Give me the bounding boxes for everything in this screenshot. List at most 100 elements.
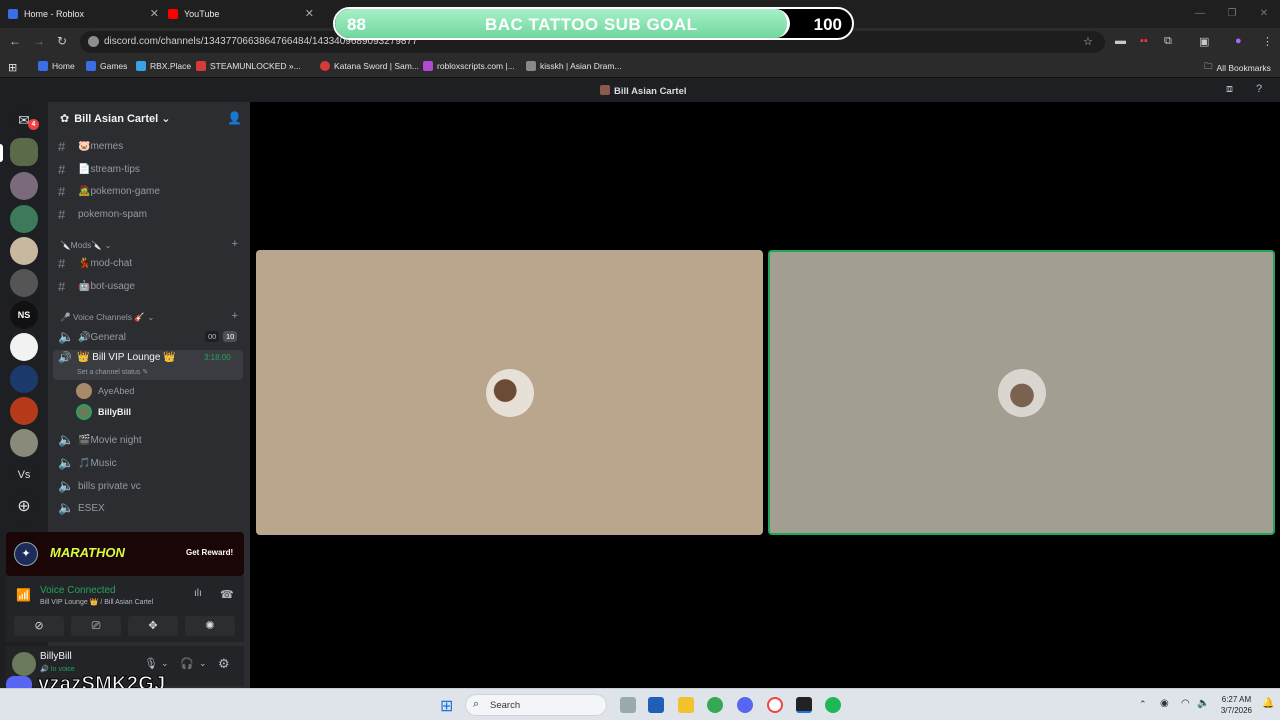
- channel-label: mod-chat: [90, 258, 133, 269]
- bookmark-home[interactable]: Home: [38, 61, 75, 71]
- voice-user-ayeabed[interactable]: AyeAbed: [76, 383, 134, 399]
- participant-tile-ayeabed[interactable]: [256, 250, 763, 535]
- server-icon[interactable]: [10, 397, 38, 425]
- voice-channel-esex[interactable]: 🔈 ESEX: [58, 500, 105, 516]
- extension-icon[interactable]: ▬: [1115, 35, 1126, 47]
- menu-kebab-icon[interactable]: ⋮: [1262, 35, 1273, 48]
- chevron-down-icon[interactable]: ⌄: [199, 658, 207, 669]
- server-icon[interactable]: [10, 172, 38, 200]
- reload-icon[interactable]: ↻: [57, 34, 67, 48]
- microphone-icon[interactable]: 🎙: [144, 657, 158, 670]
- participant-tile-billybill[interactable]: [768, 250, 1275, 535]
- all-bookmarks[interactable]: 🗀 All Bookmarks: [1204, 61, 1271, 75]
- server-icon-vs[interactable]: Vs: [10, 461, 38, 489]
- channel-label: General: [90, 331, 127, 343]
- app-icon[interactable]: [620, 697, 636, 713]
- voice-channel-general[interactable]: 🔈 🔊 General: [58, 329, 126, 345]
- noise-suppression-icon[interactable]: ılı: [194, 588, 202, 599]
- server-icon[interactable]: [10, 429, 38, 457]
- taskbar-search[interactable]: ⌕ Search: [465, 694, 607, 716]
- channel-bot-usage[interactable]: # 🤖 bot-usage: [58, 279, 135, 294]
- inbox-icon[interactable]: ⧈: [1226, 83, 1233, 96]
- headphones-icon[interactable]: 🎧: [180, 657, 194, 670]
- disconnect-icon[interactable]: ☎: [220, 588, 234, 601]
- category-label: Mods: [70, 240, 92, 250]
- add-server-icon[interactable]: ⊕: [10, 493, 38, 521]
- voice-user-billybill[interactable]: BillyBill: [76, 404, 131, 420]
- restore-icon[interactable]: ❐: [1216, 0, 1248, 28]
- voice-channel-music[interactable]: 🔈 🎵 Music: [58, 455, 117, 471]
- server-icon-bill-asian-cartel[interactable]: [10, 138, 38, 166]
- taskbar-clock[interactable]: 6:27 AM 3/7/2026: [1221, 694, 1252, 716]
- file-explorer-icon[interactable]: [678, 697, 694, 713]
- server-icon[interactable]: [10, 205, 38, 233]
- voice-channel-movie-night[interactable]: 🔈 🎬 Movie night: [58, 432, 142, 448]
- notification-bell-icon[interactable]: 🔔: [1262, 698, 1274, 709]
- spotify-icon[interactable]: [825, 697, 841, 713]
- app-icon[interactable]: [648, 697, 664, 713]
- bookmark-robloxscripts[interactable]: robloxscripts.com |...: [423, 61, 515, 71]
- soundboard-button[interactable]: ✺: [185, 616, 235, 636]
- voice-channel-bills-private-vc[interactable]: 🔈 bills private vc: [58, 478, 141, 494]
- bookmark-kisskh[interactable]: kisskh | Asian Dram...: [526, 61, 622, 71]
- username[interactable]: BillyBill: [40, 651, 72, 662]
- side-panel-icon[interactable]: ▣: [1199, 35, 1209, 48]
- add-channel-icon[interactable]: +: [232, 238, 238, 250]
- server-icon[interactable]: [10, 237, 38, 265]
- bookmark-steamunlocked[interactable]: STEAMUNLOCKED »...: [196, 61, 301, 71]
- server-icon-ns[interactable]: NS: [10, 301, 38, 329]
- apps-grid-icon[interactable]: ⊞: [8, 61, 17, 74]
- category-mods[interactable]: 🔪Mods🔪 ⌄: [60, 240, 111, 251]
- wifi-icon[interactable]: ◠: [1181, 698, 1190, 709]
- voice-connected-status[interactable]: Voice Connected: [40, 585, 116, 596]
- close-tab-icon[interactable]: ✕: [305, 7, 314, 20]
- close-tab-icon[interactable]: ✕: [150, 7, 159, 20]
- signal-icon[interactable]: 📶: [16, 588, 31, 602]
- bookmark-star-icon[interactable]: ☆: [1083, 35, 1093, 48]
- start-windows-icon[interactable]: ⊞: [440, 696, 453, 716]
- site-info-icon[interactable]: [88, 36, 99, 47]
- minimize-icon[interactable]: —: [1184, 0, 1216, 28]
- server-icon[interactable]: [10, 269, 38, 297]
- activities-button[interactable]: ✥: [128, 616, 178, 636]
- discord-taskbar-icon[interactable]: [737, 697, 753, 713]
- avatar: [485, 368, 534, 417]
- help-icon[interactable]: ?: [1256, 83, 1262, 95]
- bookmark-rbxplace[interactable]: RBX.Place: [136, 61, 191, 71]
- tab-youtube[interactable]: YouTube ✕: [168, 4, 318, 24]
- server-icon[interactable]: [10, 365, 38, 393]
- screen-share-button[interactable]: ⎚: [71, 616, 121, 636]
- forward-icon[interactable]: →: [33, 34, 45, 48]
- channel-memes[interactable]: # 🐷 memes: [58, 139, 123, 154]
- camera-off-button[interactable]: ⊘: [14, 616, 64, 636]
- profile-avatar-icon[interactable]: ●: [1235, 35, 1242, 47]
- close-window-icon[interactable]: ✕: [1248, 0, 1280, 28]
- chrome-icon[interactable]: [707, 697, 723, 713]
- channel-pokemon-game[interactable]: # 🧟 pokemon-game: [58, 184, 160, 199]
- extensions-puzzle-icon[interactable]: ⧉: [1164, 35, 1172, 48]
- volume-icon[interactable]: 🔈: [1197, 698, 1209, 709]
- invite-people-icon[interactable]: 👤: [227, 111, 242, 125]
- settings-gear-icon[interactable]: ⚙: [218, 656, 230, 672]
- channel-mod-chat[interactable]: # 💃 mod-chat: [58, 256, 132, 271]
- channel-stream-tips[interactable]: # 📄 stream-tips: [58, 162, 140, 177]
- bookmark-katana[interactable]: Katana Sword | Sam...: [320, 61, 419, 71]
- server-icon[interactable]: [10, 333, 38, 361]
- opera-icon[interactable]: [767, 697, 783, 713]
- voice-location[interactable]: Bill VIP Lounge 👑 / Bill Asian Cartel: [40, 598, 153, 606]
- channel-status[interactable]: Set a channel status ✎: [77, 368, 148, 376]
- active-app-icon[interactable]: [796, 697, 812, 713]
- voice-channel-bill-vip-lounge[interactable]: 🔊 👑 Bill VIP Lounge 👑 3:18:00 Set a chan…: [53, 350, 243, 380]
- bookmark-games[interactable]: Games: [86, 61, 127, 71]
- tray-discord-icon[interactable]: ◉: [1160, 698, 1169, 709]
- tray-chevron-up-icon[interactable]: ⌃: [1139, 699, 1147, 710]
- server-name-header[interactable]: ✿ Bill Asian Cartel ⌄: [60, 112, 170, 125]
- category-voice-channels[interactable]: 🎤 Voice Channels 🎸 ⌄: [60, 312, 154, 323]
- tab-roblox[interactable]: Home - Roblox ✕: [8, 4, 163, 24]
- get-reward-button[interactable]: Get Reward!: [186, 548, 233, 557]
- add-channel-icon[interactable]: +: [232, 310, 238, 322]
- extension-2-icon[interactable]: ▪▪: [1140, 35, 1148, 47]
- chevron-down-icon[interactable]: ⌄: [161, 658, 169, 669]
- back-icon[interactable]: ←: [9, 34, 21, 48]
- channel-pokemon-spam[interactable]: # pokemon-spam: [58, 207, 147, 222]
